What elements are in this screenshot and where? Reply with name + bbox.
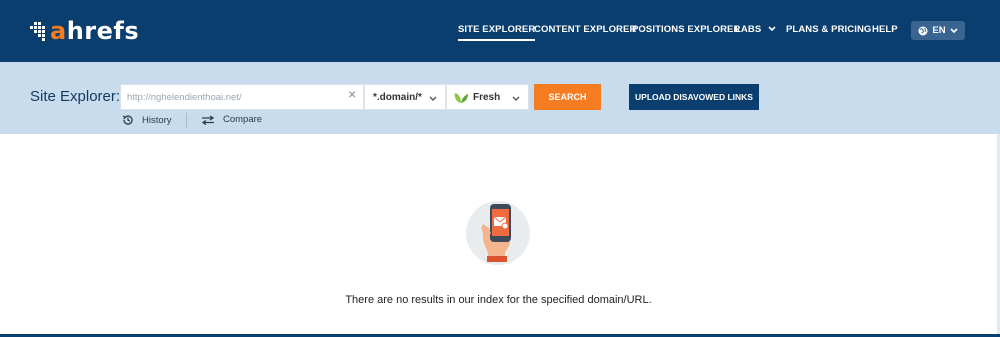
nav-labs[interactable]: LABS (735, 24, 776, 35)
index-select-value: Fresh (473, 92, 501, 103)
history-label: History (142, 114, 172, 126)
compare-label: Compare (223, 114, 263, 125)
mode-select-value: *.domain/* (373, 92, 422, 103)
phone-hand-icon (466, 201, 530, 265)
compare-link[interactable]: Compare (201, 114, 262, 125)
nav-labs-label: LABS (735, 24, 762, 35)
search-button[interactable]: SEARCH (534, 84, 601, 110)
mode-select[interactable]: *.domain/* (364, 84, 446, 110)
ahrefs-logo[interactable]: ahrefs (30, 14, 139, 48)
top-navigation-bar: ahrefs SITE EXPLORER CONTENT EXPLORER PO… (0, 0, 1000, 62)
upload-disavowed-links-button[interactable]: UPLOAD DISAVOWED LINKS (629, 84, 759, 110)
chevron-down-icon (429, 96, 437, 101)
compare-icon (201, 114, 215, 125)
chevron-down-icon (512, 96, 520, 101)
language-label: EN (932, 25, 946, 36)
globe-icon (918, 26, 928, 35)
nav-content-explorer[interactable]: CONTENT EXPLORER (534, 24, 636, 35)
chevron-down-icon (768, 26, 776, 32)
url-field[interactable]: ✕ (120, 84, 364, 110)
ahrefs-logo-icon (30, 20, 46, 42)
leaf-icon (454, 93, 468, 103)
chevron-down-icon (950, 27, 958, 33)
history-link[interactable]: History (122, 114, 172, 126)
divider (186, 113, 187, 128)
logo-text: ahrefs (50, 17, 140, 45)
language-selector[interactable]: EN (911, 21, 965, 40)
nav-help[interactable]: HELP (872, 24, 898, 35)
nav-positions-explorer[interactable]: POSITIONS EXPLORER (632, 24, 740, 35)
no-results-message: There are no results in our index for th… (345, 294, 652, 306)
clear-icon[interactable]: ✕ (348, 90, 356, 101)
site-explorer-label: Site Explorer: (30, 88, 121, 105)
nav-site-explorer[interactable]: SITE EXPLORER (458, 24, 536, 41)
history-icon (122, 115, 133, 125)
index-select[interactable]: Fresh (446, 84, 529, 110)
nav-plans-pricing[interactable]: PLANS & PRICING (786, 24, 871, 35)
url-input[interactable] (127, 85, 341, 109)
